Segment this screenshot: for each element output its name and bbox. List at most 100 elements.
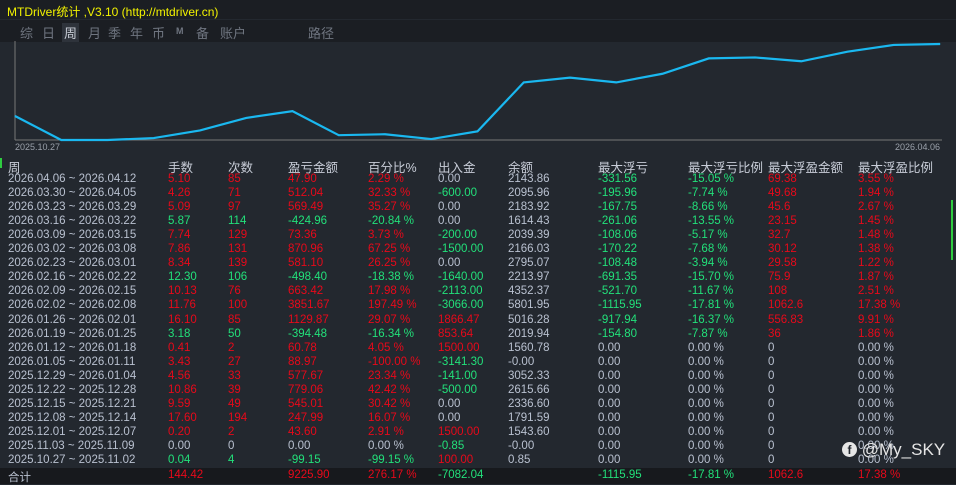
cell-balance: -0.00	[508, 439, 535, 452]
cell-percent: 16.07 %	[368, 411, 411, 424]
cell-percent: 23.34 %	[368, 369, 411, 382]
cell-max-float-profit: 45.6	[768, 201, 791, 214]
data-point-8	[384, 133, 386, 135]
table-row[interactable]: 2026.04.06 ~ 2026.04.12 5.10 85 47.90 2.29 %…	[0, 173, 956, 187]
scrollbar[interactable]	[951, 200, 953, 260]
cell-max-float-profit-pct: 1.38 %	[858, 243, 894, 256]
table-row[interactable]: 2025.12.22 ~ 2025.12.28 10.86 39 779.06 42.4…	[0, 384, 956, 398]
cell-max-float-loss-pct: -17.81 %	[688, 469, 735, 482]
cell-balance: 2095.96	[508, 187, 550, 200]
cell-max-float-loss: -170.22	[598, 243, 638, 256]
cell-week: 2026.03.02 ~ 2026.03.08	[8, 243, 137, 256]
cell-lots: 5.87	[168, 215, 191, 228]
title-bar: MTDriver统计 ,V3.10 (http://mtdriver.cn)	[0, 0, 956, 19]
cell-max-float-loss-pct: -7.74 %	[688, 187, 728, 200]
cell-max-float-loss-pct: -16.37 %	[688, 313, 735, 326]
cell-deposit: 1500.00	[438, 425, 480, 438]
cell-max-float-loss-pct: -15.70 %	[688, 271, 735, 284]
cell-max-float-loss-pct: 0.00 %	[688, 425, 724, 438]
cell-week: 2026.03.30 ~ 2026.04.05	[8, 187, 137, 200]
cell-max-float-profit: 0	[768, 355, 775, 368]
cell-max-float-profit: 0	[768, 397, 775, 410]
table-row[interactable]: 2026.03.02 ~ 2026.03.08 7.86 131 870.96 67.2…	[0, 243, 956, 257]
tab-2[interactable]: 周	[62, 23, 80, 42]
cell-lots: 4.56	[168, 369, 191, 382]
cell-max-float-profit: 29.58	[768, 257, 797, 270]
cell-week: 2026.01.26 ~ 2026.02.01	[8, 313, 137, 326]
data-point-16	[754, 56, 756, 58]
table-row[interactable]: 2026.02.23 ~ 2026.03.01 8.34 139 581.10 26.2…	[0, 257, 956, 271]
window-title: MTDriver统计 ,V3.10 (http://mtdriver.cn)	[7, 5, 219, 19]
cell-lots: 9.59	[168, 397, 191, 410]
tab-9[interactable]: 账户	[218, 23, 248, 42]
cell-week: 2025.11.03 ~ 2025.11.09	[8, 439, 135, 452]
data-point-19	[893, 44, 895, 46]
data-point-17	[800, 60, 802, 62]
table-row[interactable]: 2026.01.12 ~ 2026.01.18 0.41 2 60.78 4.05 % 1…	[0, 342, 956, 356]
cell-max-float-profit-pct: 0.00 %	[858, 355, 894, 368]
table-row[interactable]: 2025.12.08 ~ 2025.12.14 17.60 194 247.99 16.…	[0, 412, 956, 426]
data-point-5	[245, 117, 247, 119]
cell-deposit: -500.00	[438, 383, 478, 396]
cell-lots: 10.86	[168, 383, 197, 396]
tab-6[interactable]: 币	[150, 23, 167, 42]
cell-percent: 32.33 %	[368, 187, 411, 200]
cell-count: 0	[228, 439, 235, 452]
cell-percent: 42.42 %	[368, 383, 411, 396]
table-row[interactable]: 2026.03.09 ~ 2026.03.15 7.74 129 73.36 3.73 …	[0, 229, 956, 243]
cell-count: 85	[228, 173, 241, 185]
data-point-0	[14, 115, 16, 117]
cell-max-float-loss: -261.06	[598, 215, 638, 228]
table-row[interactable]: 2025.10.27 ~ 2025.11.02 0.04 4 -99.15 -99.15…	[0, 454, 956, 468]
table-row[interactable]: 2025.12.29 ~ 2026.01.04 4.56 33 577.67 23.34…	[0, 370, 956, 384]
tab-1[interactable]: 日	[40, 23, 57, 42]
table-row[interactable]: 2026.02.09 ~ 2026.02.15 10.13 76 663.42 17.9…	[0, 285, 956, 299]
table-row[interactable]: 2026.03.16 ~ 2026.03.22 5.87 114 -424.96 -20…	[0, 215, 956, 229]
cell-balance: 2039.39	[508, 229, 550, 242]
cell-balance: 3052.33	[508, 369, 550, 382]
tab-0[interactable]: 综	[18, 23, 35, 42]
table-row[interactable]: 2025.12.01 ~ 2025.12.07 0.20 2 43.60 2.91 % 1…	[0, 426, 956, 440]
cell-count: 50	[228, 327, 241, 340]
table-row[interactable]: 2026.02.16 ~ 2026.02.22 12.30 106 -498.40 -1…	[0, 271, 956, 285]
cell-percent: -16.34 %	[368, 327, 415, 340]
table-row[interactable]: 2026.01.05 ~ 2026.01.11 3.43 27 88.97 -100.0…	[0, 356, 956, 370]
series-line	[14, 42, 941, 142]
cell-profit: 512.04	[288, 187, 324, 200]
cell-balance: 2019.94	[508, 327, 550, 340]
table-row[interactable]: 2026.03.30 ~ 2026.04.05 4.26 71 512.04 32.33…	[0, 187, 956, 201]
cell-max-float-profit-pct: 17.38 %	[858, 299, 901, 312]
table-row[interactable]: 2026.01.19 ~ 2026.01.25 3.18 50 -394.48 -16.…	[0, 328, 956, 342]
table-row[interactable]: 2026.03.23 ~ 2026.03.29 5.09 97 569.49 35.27…	[0, 201, 956, 215]
tab-4[interactable]: 季	[106, 23, 123, 42]
cell-balance: 2213.97	[508, 271, 550, 284]
table-row[interactable]: 2025.12.15 ~ 2025.12.21 9.59 49 545.01 30.42…	[0, 398, 956, 412]
cell-max-float-loss: -331.56	[598, 173, 638, 185]
cell-lots: 5.10	[168, 173, 191, 185]
cell-max-float-loss: -917.94	[598, 313, 638, 326]
tab-7[interactable]: M	[174, 26, 186, 36]
tab-3[interactable]: 月	[86, 23, 103, 42]
cell-max-float-profit: 75.9	[768, 271, 791, 284]
table-row[interactable]: 2026.01.26 ~ 2026.02.01 16.10 85 1129.87 29.…	[0, 314, 956, 328]
tab-10[interactable]: 路径	[306, 23, 336, 42]
cell-max-float-profit: 23.15	[768, 215, 797, 228]
tab-5[interactable]: 年	[128, 23, 145, 42]
tab-8[interactable]: 备	[194, 23, 211, 42]
cell-percent: 35.27 %	[368, 201, 411, 214]
cell-count: 33	[228, 369, 241, 382]
cell-percent: -100.00 %	[368, 355, 421, 368]
cell-max-float-loss-pct: -11.67 %	[688, 285, 734, 298]
cell-percent: 197.49 %	[368, 299, 417, 312]
cell-max-float-loss-pct: 0.00 %	[688, 454, 724, 466]
table-row[interactable]: 2026.02.02 ~ 2026.02.08 11.76 100 3851.67 19…	[0, 299, 956, 313]
cell-week: 2025.12.22 ~ 2025.12.28	[8, 383, 137, 396]
cell-deposit: 0.00	[438, 411, 461, 424]
cell-deposit: -141.00	[438, 369, 478, 382]
cell-max-float-profit-pct: 0.00 %	[858, 383, 894, 396]
data-point-7	[338, 134, 340, 136]
table-row[interactable]: 2025.11.03 ~ 2025.11.09 0.00 0 0.00 0.00 % -0…	[0, 440, 956, 454]
data-point-13	[615, 81, 617, 83]
cell-deposit: -7082.04	[438, 469, 484, 482]
cell-balance: 5016.28	[508, 313, 550, 326]
